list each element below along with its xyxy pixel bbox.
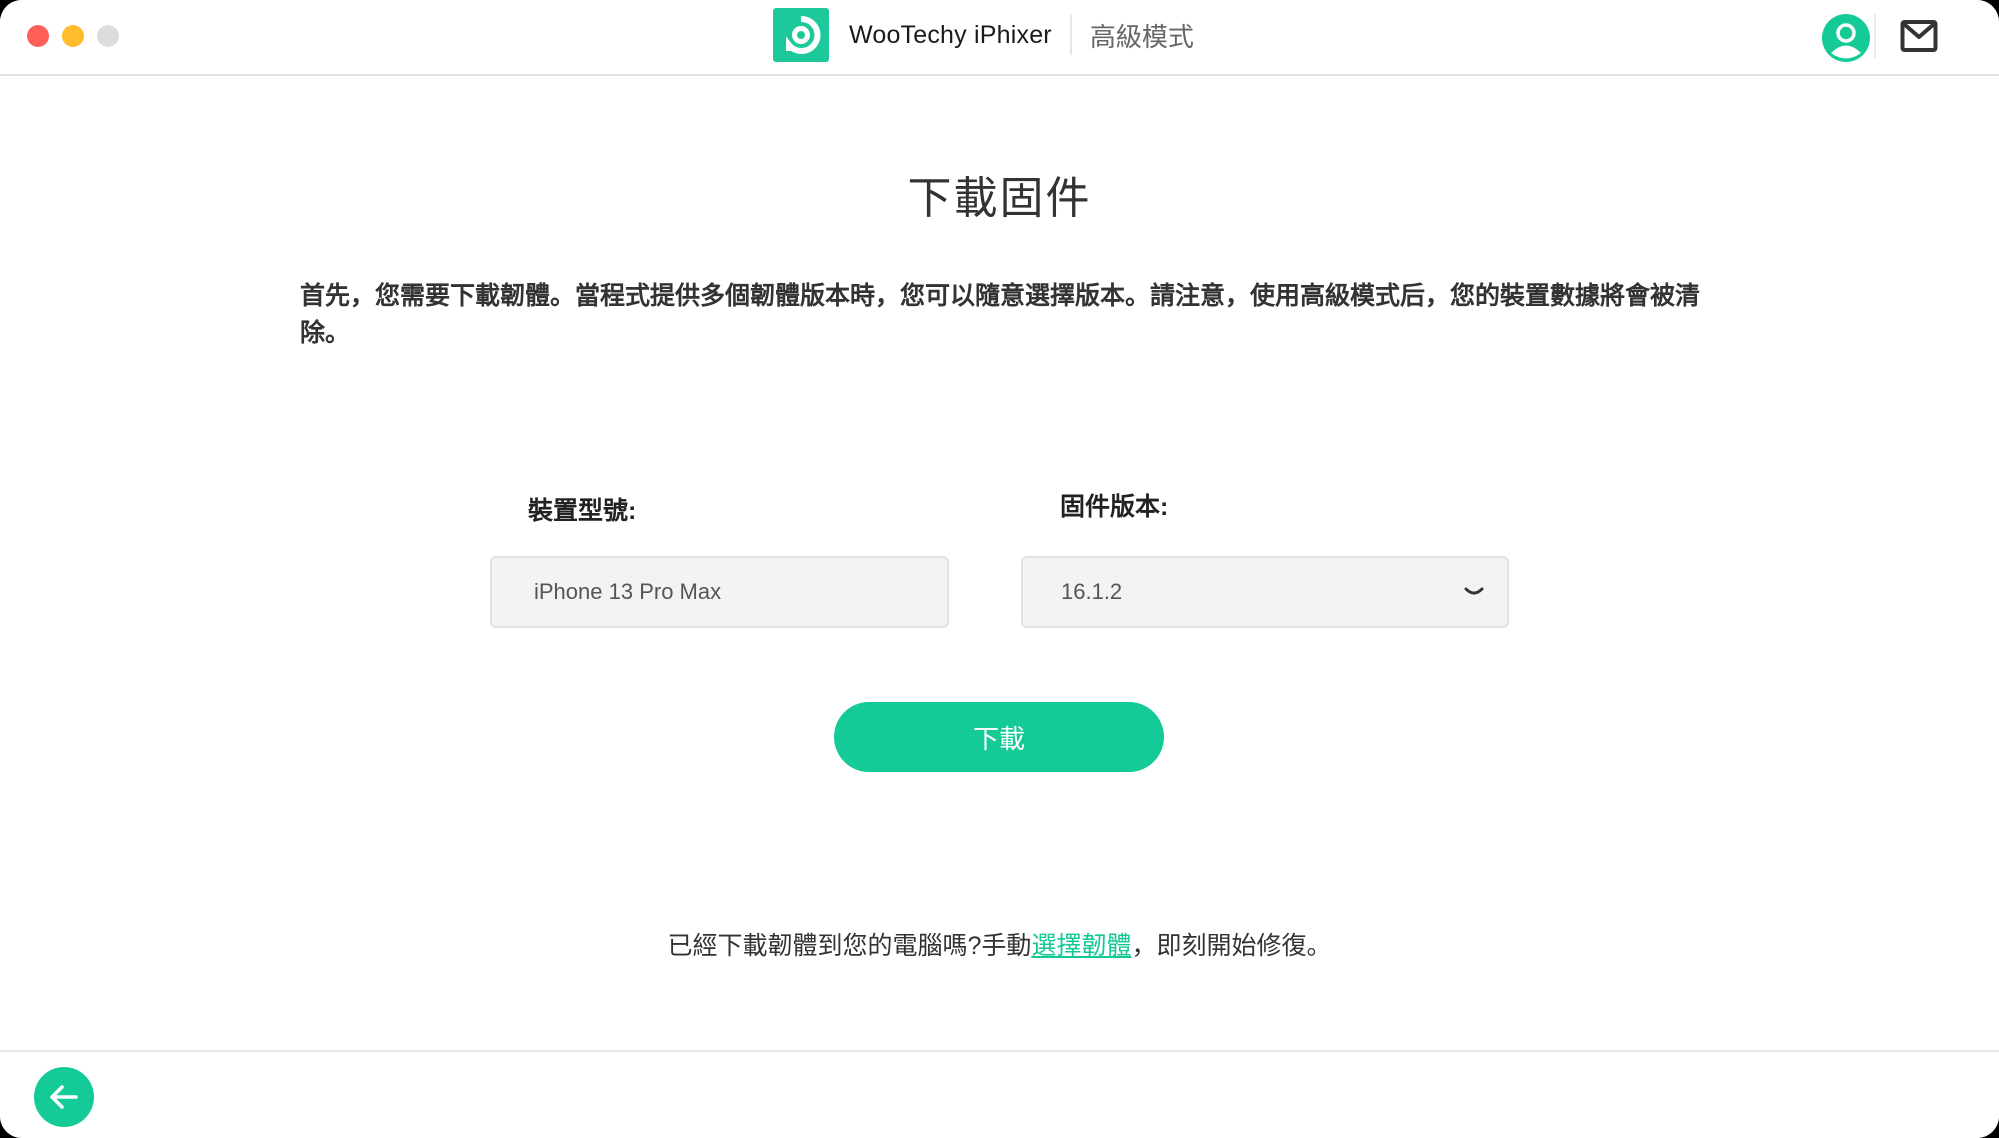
app-brand: WooTechy iPhixer 高級模式 xyxy=(773,7,1194,63)
chevron-down-icon xyxy=(1464,587,1484,595)
title-bar: WooTechy iPhixer 高級模式 xyxy=(0,0,1999,76)
device-model-label: 裝置型號: xyxy=(528,497,637,525)
page-title: 下載固件 xyxy=(907,174,1092,223)
manual-select-note: 已經下載韌體到您的電腦嗎?手動選擇韌體，即刻開始修復。 xyxy=(0,926,1999,962)
user-account-icon[interactable] xyxy=(1822,14,1870,62)
iphixer-logo-icon xyxy=(773,8,829,62)
mail-icon[interactable] xyxy=(1900,19,1938,53)
select-firmware-link[interactable]: 選擇韌體 xyxy=(1031,932,1131,960)
window-controls xyxy=(27,25,119,47)
app-name: WooTechy iPhixer xyxy=(849,20,1052,49)
header-divider xyxy=(1874,14,1876,58)
mode-label: 高級模式 xyxy=(1089,21,1194,52)
close-window-button[interactable] xyxy=(27,25,49,47)
download-button[interactable]: 下載 xyxy=(834,702,1164,772)
title-divider xyxy=(1069,15,1072,55)
note-prefix: 已經下載韌體到您的電腦嗎?手動 xyxy=(667,932,1032,960)
maximize-window-button[interactable] xyxy=(97,25,119,47)
app-window: WooTechy iPhixer 高級模式 下載固件 首先，您需要下載韌體。當程… xyxy=(0,0,1999,1138)
firmware-version-label: 固件版本: xyxy=(1060,493,1169,521)
bottom-bar xyxy=(0,1050,1999,1138)
instructions-text: 首先，您需要下載韌體。當程式提供多個韌體版本時，您可以隨意選擇版本。請注意，使用… xyxy=(300,282,1701,347)
header-actions xyxy=(1759,12,1999,62)
minimize-window-button[interactable] xyxy=(62,25,84,47)
device-model-value: iPhone 13 Pro Max xyxy=(534,579,722,604)
device-model-field: iPhone 13 Pro Max xyxy=(490,556,949,628)
firmware-version-value: 16.1.2 xyxy=(1061,579,1123,604)
firmware-version-select[interactable]: 16.1.2 xyxy=(1021,556,1509,628)
note-suffix: ，即刻開始修復。 xyxy=(1131,932,1332,960)
back-button[interactable] xyxy=(34,1067,94,1127)
arrow-left-icon xyxy=(50,1085,78,1109)
